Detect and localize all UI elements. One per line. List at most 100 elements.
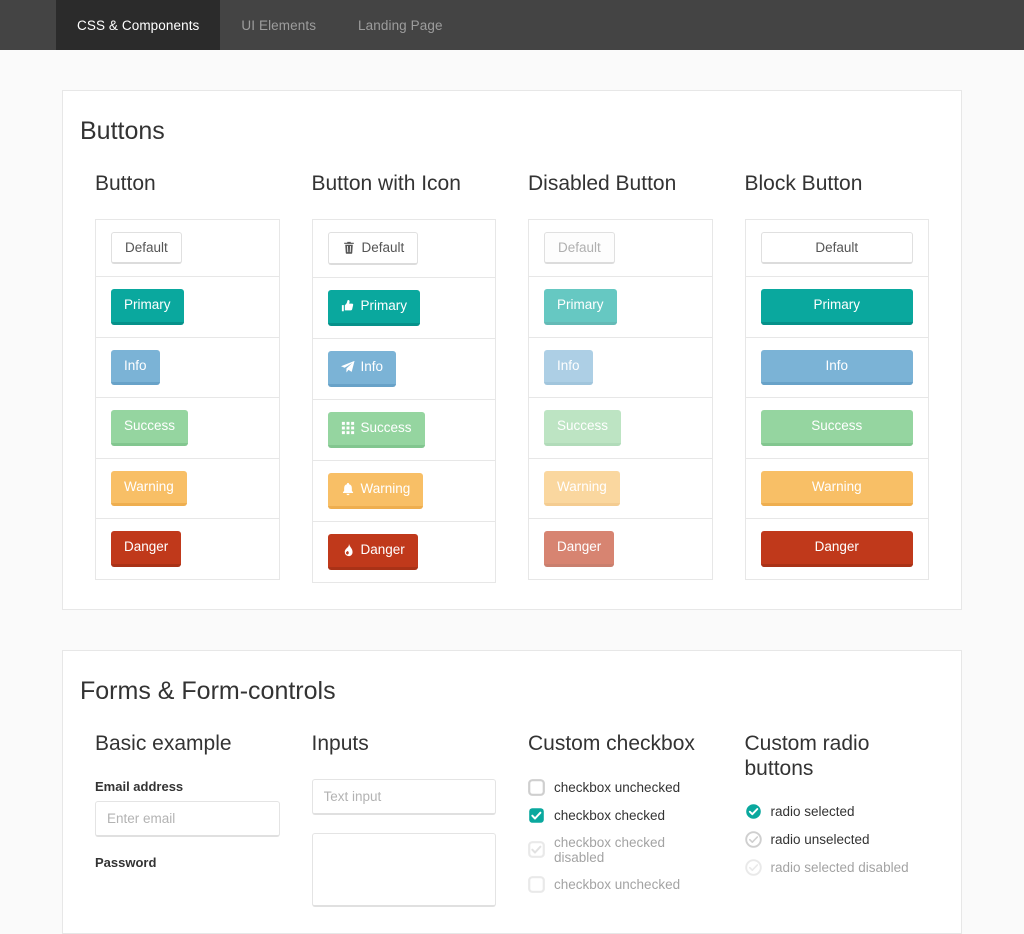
checkbox-empty-disabled-icon bbox=[528, 875, 545, 893]
block-button-info[interactable]: Info bbox=[760, 349, 913, 386]
list-item: Primary bbox=[529, 277, 712, 338]
block-button-primary[interactable]: Primary bbox=[760, 289, 913, 325]
list-item: Warning bbox=[312, 461, 495, 522]
navbar-left-spacer bbox=[0, 0, 56, 50]
text-input[interactable] bbox=[311, 778, 496, 815]
button-warning-with-icon[interactable]: Warning bbox=[327, 472, 424, 509]
radio-selected-disabled: radio selected disabled bbox=[744, 859, 930, 877]
list-item: Info bbox=[529, 338, 712, 399]
list-item: Primary bbox=[312, 278, 495, 339]
button-label: Success bbox=[811, 418, 863, 434]
list-item: Default bbox=[96, 220, 279, 278]
button-label: Primary bbox=[124, 297, 171, 313]
button-warning[interactable]: Warning bbox=[111, 470, 187, 507]
radio-selected[interactable]: radio selected bbox=[745, 803, 930, 820]
block-button-warning[interactable]: Warning bbox=[760, 470, 913, 507]
button-label: Info bbox=[124, 357, 147, 373]
button-label: Warning bbox=[360, 481, 411, 497]
list-item: Danger bbox=[529, 519, 712, 579]
button-danger-disabled: Danger bbox=[544, 531, 615, 567]
textarea-input[interactable] bbox=[311, 832, 496, 907]
column-inputs: Inputs bbox=[296, 732, 513, 907]
button-label: Success bbox=[124, 418, 176, 434]
checkbox-empty-icon bbox=[528, 778, 545, 796]
list-item: Success bbox=[745, 398, 928, 459]
thumbs-up-icon bbox=[341, 299, 355, 313]
buttons-card: Buttons Button Default Primary Info Succ… bbox=[62, 90, 962, 610]
button-default-disabled: Default bbox=[544, 231, 615, 265]
top-navbar: CSS & Components UI Elements Landing Pag… bbox=[0, 0, 1024, 50]
radio-selected-icon bbox=[745, 803, 762, 820]
button-label: Danger bbox=[557, 539, 602, 555]
list-item: Success bbox=[529, 398, 712, 459]
bell-icon bbox=[341, 482, 355, 496]
button-label: Default bbox=[361, 240, 405, 256]
button-label: Primary bbox=[360, 298, 408, 314]
list-item: Info bbox=[96, 338, 279, 399]
button-icon-list: Default Primary Info Success Warning Dan… bbox=[311, 218, 496, 583]
list-item: Success bbox=[96, 398, 279, 459]
column-custom-checkbox: Custom checkbox checkbox unchecked check… bbox=[512, 732, 729, 907]
choice-label: checkbox checked bbox=[554, 807, 666, 823]
column-block-button: Block Button Default Primary Info Succes… bbox=[729, 172, 946, 583]
checkbox-unchecked[interactable]: checkbox unchecked bbox=[528, 778, 713, 796]
buttons-columns: Button Default Primary Info Success Warn… bbox=[79, 172, 945, 583]
column-disabled-button: Disabled Button Default Primary Info Suc… bbox=[512, 172, 729, 583]
checkbox-checked-disabled: checkbox checked disabled bbox=[528, 835, 713, 865]
list-item: Info bbox=[745, 338, 928, 399]
page-body: Buttons Button Default Primary Info Succ… bbox=[0, 90, 1024, 934]
block-button-danger[interactable]: Danger bbox=[760, 531, 913, 567]
button-label: Danger bbox=[360, 542, 405, 558]
list-item: Default bbox=[312, 220, 495, 278]
button-label: Primary bbox=[557, 297, 604, 313]
button-info[interactable]: Info bbox=[111, 349, 160, 386]
tab-landing-page[interactable]: Landing Page bbox=[337, 0, 464, 50]
button-label: Info bbox=[360, 359, 384, 375]
buttons-card-title: Buttons bbox=[80, 117, 165, 145]
button-label: Success bbox=[360, 420, 412, 436]
block-button-default[interactable]: Default bbox=[760, 231, 913, 265]
list-item: Danger bbox=[313, 522, 496, 582]
button-danger-with-icon[interactable]: Danger bbox=[327, 533, 418, 570]
button-primary[interactable]: Primary bbox=[111, 289, 184, 325]
tab-label: Landing Page bbox=[358, 17, 443, 33]
fire-icon bbox=[341, 543, 355, 557]
button-label: Success bbox=[557, 418, 609, 434]
forms-columns: Basic example Email address Password Inp… bbox=[79, 732, 945, 907]
button-success-with-icon[interactable]: Success bbox=[327, 411, 425, 448]
list-item: Primary bbox=[96, 277, 279, 338]
button-danger[interactable]: Danger bbox=[111, 531, 182, 567]
column-title: Custom checkbox bbox=[528, 731, 695, 755]
choice-label: checkbox unchecked bbox=[554, 779, 681, 795]
block-button-list: Default Primary Info Success Warning Dan… bbox=[744, 218, 929, 580]
list-item: Warning bbox=[529, 459, 712, 520]
button-info-with-icon[interactable]: Info bbox=[327, 350, 397, 387]
button-label: Primary bbox=[813, 297, 861, 313]
column-title: Disabled Button bbox=[528, 172, 677, 195]
button-primary-with-icon[interactable]: Primary bbox=[327, 289, 420, 326]
choice-label: radio selected disabled bbox=[770, 860, 909, 876]
button-success[interactable]: Success bbox=[111, 410, 189, 446]
tab-ui-elements[interactable]: UI Elements bbox=[220, 0, 337, 50]
column-title: Button with Icon bbox=[311, 172, 461, 195]
radio-unselected[interactable]: radio unselected bbox=[744, 831, 930, 849]
button-label: Warning bbox=[557, 478, 607, 494]
choice-label: radio selected bbox=[770, 804, 855, 820]
button-label: Warning bbox=[124, 478, 174, 494]
button-label: Default bbox=[815, 239, 859, 255]
forms-card: Forms & Form-controls Basic example Emai… bbox=[62, 649, 962, 934]
checkbox-checked[interactable]: checkbox checked bbox=[528, 807, 713, 824]
tab-css-and-components[interactable]: CSS & Components bbox=[56, 0, 221, 50]
email-label: Email address bbox=[95, 778, 184, 794]
column-title: Basic example bbox=[95, 731, 232, 755]
button-label: Info bbox=[825, 357, 849, 373]
tab-label: CSS & Components bbox=[77, 17, 200, 33]
button-default[interactable]: Default bbox=[111, 231, 182, 265]
column-button: Button Default Primary Info Success Warn… bbox=[79, 172, 296, 583]
button-default-with-icon[interactable]: Default bbox=[327, 231, 419, 265]
button-label: Default bbox=[558, 239, 601, 255]
list-item: Warning bbox=[745, 459, 928, 520]
block-button-success[interactable]: Success bbox=[760, 410, 913, 446]
list-item: Success bbox=[312, 400, 495, 461]
email-field[interactable] bbox=[95, 800, 280, 837]
